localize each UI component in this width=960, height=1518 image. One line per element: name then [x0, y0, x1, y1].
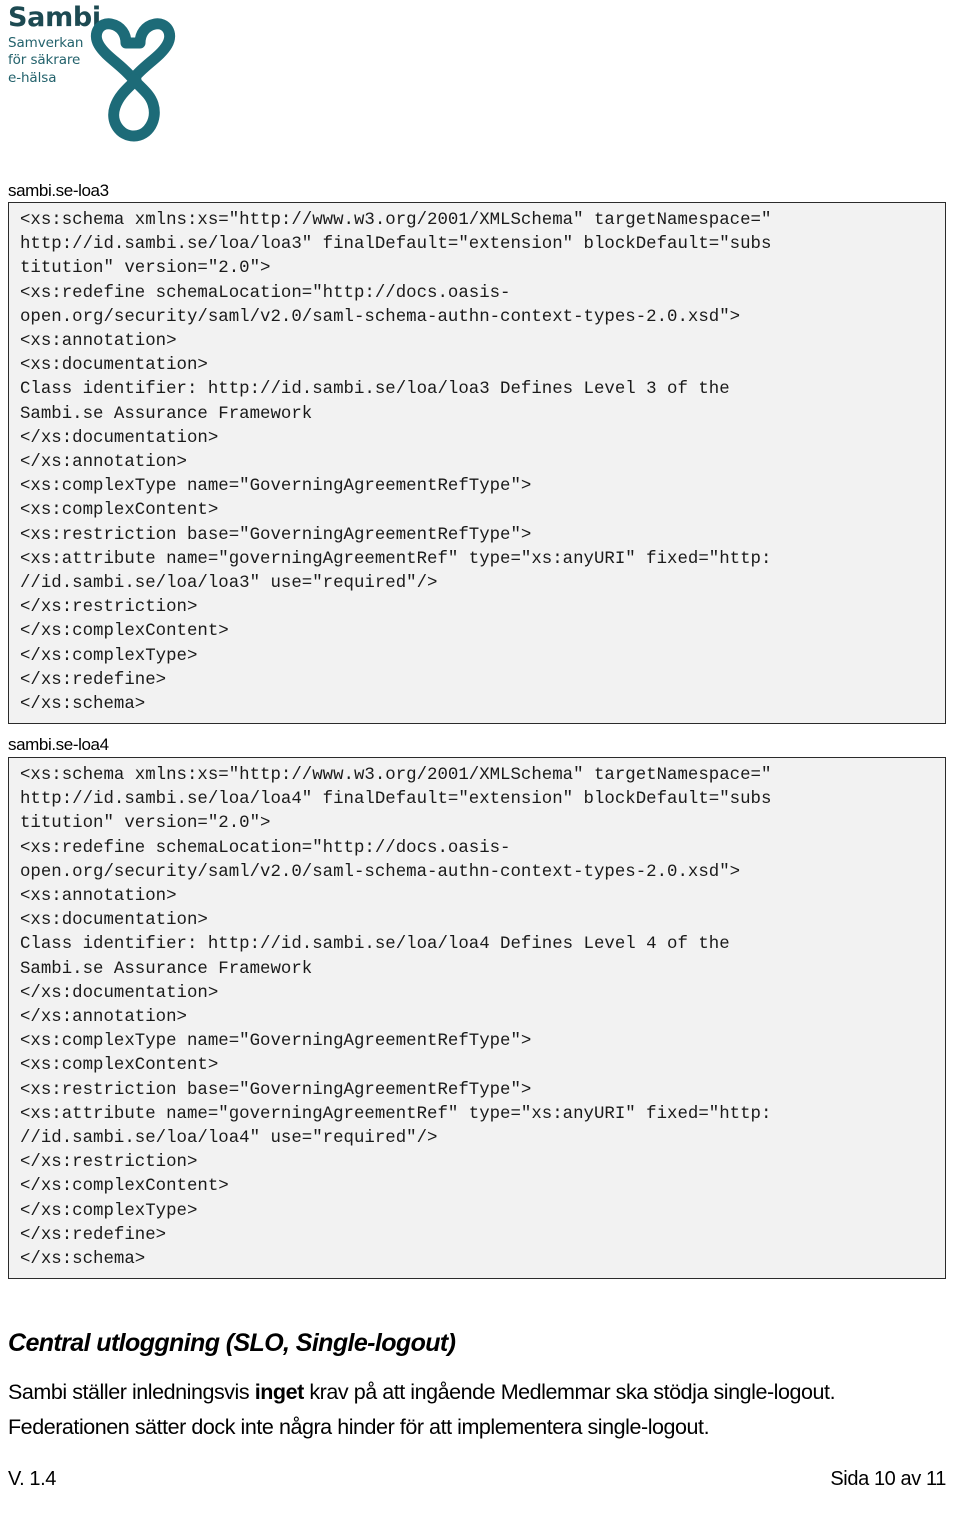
- code-block-caption-loa4: sambi.se-loa4: [8, 735, 109, 754]
- code-block-caption-loa3: sambi.se-loa3: [8, 181, 109, 200]
- code-content-loa3: <xs:schema xmlns:xs="http://www.w3.org/2…: [20, 211, 772, 715]
- footer-page-number: Sida 10 av 11: [830, 1468, 946, 1490]
- section-heading-slo: Central utloggning (SLO, Single-logout): [8, 1328, 456, 1357]
- footer-version: V. 1.4: [8, 1468, 57, 1490]
- document-header: Sambi Samverkan för säkrare e-hälsa: [0, 0, 960, 172]
- code-block-loa3: <xs:schema xmlns:xs="http://www.w3.org/2…: [8, 202, 946, 725]
- document-footer: V. 1.4 Sida 10 av 11: [8, 1468, 946, 1491]
- section-paragraph-slo: Sambi ställer inledningsvis inget krav p…: [8, 1375, 938, 1445]
- code-content-loa4: <xs:schema xmlns:xs="http://www.w3.org/2…: [20, 766, 772, 1270]
- paragraph-text-part-1: Sambi ställer inledningsvis: [8, 1379, 255, 1404]
- code-block-loa4: <xs:schema xmlns:xs="http://www.w3.org/2…: [8, 757, 946, 1280]
- heart-infinity-knot-icon: [78, 12, 188, 152]
- paragraph-emphasis-inget: inget: [254, 1379, 305, 1404]
